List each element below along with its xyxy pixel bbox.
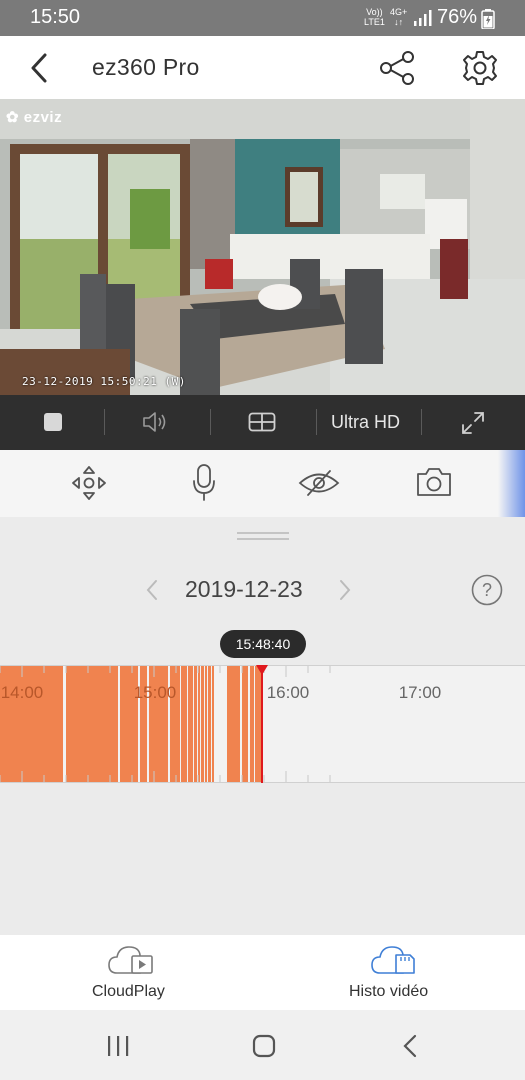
home-icon[interactable] — [252, 1034, 276, 1058]
video-control-bar: Ultra HD — [0, 395, 525, 450]
data-indicator: 4G+ ↓↑ — [390, 7, 407, 27]
bottom-tabs: CloudPlay Histo vidéo — [0, 935, 525, 1010]
system-back-icon[interactable] — [402, 1034, 418, 1058]
recording-segment[interactable] — [201, 665, 204, 783]
recording-segment[interactable] — [205, 665, 207, 783]
prev-date-icon[interactable] — [144, 579, 160, 601]
live-video-feed[interactable]: 23-12-2019 15:50:21 (W) ✿ ezviz — [0, 99, 525, 395]
battery-icon — [481, 9, 495, 29]
timeline-hour-label: 15:00 — [134, 683, 177, 702]
stop-icon[interactable] — [43, 412, 63, 432]
share-icon[interactable] — [377, 50, 417, 86]
status-time: 15:50 — [30, 6, 81, 28]
scroll-edge-glow — [498, 450, 525, 517]
microphone-icon[interactable] — [192, 463, 216, 503]
device-title: ez360 Pro — [92, 54, 200, 80]
expand-icon[interactable] — [460, 410, 486, 436]
tab-cloudplay[interactable]: CloudPlay — [80, 935, 190, 1010]
battery-percent: 76% — [437, 6, 478, 28]
recent-apps-icon[interactable] — [106, 1035, 130, 1057]
camera-actions — [0, 450, 525, 517]
brand-label: ezviz — [23, 109, 63, 126]
tab-cloudplay-label: CloudPlay — [92, 983, 165, 1000]
speaker-icon[interactable] — [142, 410, 170, 434]
separator — [421, 409, 422, 435]
separator — [316, 409, 317, 435]
current-time-pill: 15:48:40 — [220, 630, 306, 658]
grid-icon[interactable] — [248, 412, 276, 432]
app-header: ez360 Pro — [0, 36, 525, 99]
ptz-direction-icon[interactable] — [71, 465, 107, 501]
separator — [104, 409, 105, 435]
recording-segment[interactable] — [194, 665, 197, 783]
status-bar: 15:50 Vo)) LTE1 4G+ ↓↑ 76% — [0, 0, 525, 36]
back-arrow-icon[interactable] — [24, 52, 56, 84]
quality-selector[interactable]: Ultra HD — [331, 412, 400, 433]
timeline-hour-label: 17:00 — [399, 683, 442, 702]
data-arrows-icon: ↓↑ — [394, 17, 404, 27]
svg-text:?: ? — [482, 580, 492, 600]
volte-label: Vo)) — [366, 7, 383, 17]
recording-segment[interactable] — [255, 665, 262, 783]
recording-segment[interactable] — [227, 665, 240, 783]
osd-timestamp: 23-12-2019 15:50:21 (W) — [22, 375, 186, 388]
next-date-icon[interactable] — [337, 579, 353, 601]
timeline-hour-label: 14:00 — [1, 683, 44, 702]
tab-histo-video-label: Histo vidéo — [349, 983, 429, 1000]
recording-segment[interactable] — [66, 665, 118, 783]
drag-handle[interactable] — [237, 538, 289, 540]
ezviz-mark-icon: ✿ — [6, 109, 20, 126]
recording-timeline[interactable]: 14:00 15:00 16:00 17:00 — [0, 665, 525, 783]
gear-icon[interactable] — [461, 49, 499, 87]
recording-segment[interactable] — [198, 665, 200, 783]
recording-segment[interactable] — [212, 665, 214, 783]
network-gen-label: 4G+ — [390, 7, 408, 17]
camera-scene — [0, 99, 525, 395]
signal-icon — [414, 10, 432, 26]
cloud-video-icon — [108, 946, 153, 974]
camera-icon[interactable] — [415, 466, 453, 498]
date-label[interactable]: 2019-12-23 — [185, 576, 303, 603]
tab-histo-video[interactable]: Histo vidéo — [340, 935, 450, 1010]
recording-segment[interactable] — [242, 665, 248, 783]
recording-segment[interactable] — [208, 665, 211, 783]
recording-segment[interactable] — [188, 665, 193, 783]
title-redaction — [204, 56, 352, 86]
eye-slash-icon[interactable] — [298, 468, 340, 498]
network-indicator: Vo)) LTE1 — [364, 7, 385, 27]
ezviz-logo: ✿ ezviz — [6, 108, 62, 126]
question-icon[interactable]: ? — [471, 574, 503, 606]
drag-handle[interactable] — [237, 532, 289, 534]
lte-label: LTE1 — [364, 17, 385, 27]
timeline-hour-label: 16:00 — [267, 683, 310, 702]
system-nav-bar — [0, 1010, 525, 1080]
recording-segment[interactable] — [250, 665, 254, 783]
recording-segment[interactable] — [181, 665, 187, 783]
cloud-sd-icon — [371, 946, 415, 974]
separator — [210, 409, 211, 435]
